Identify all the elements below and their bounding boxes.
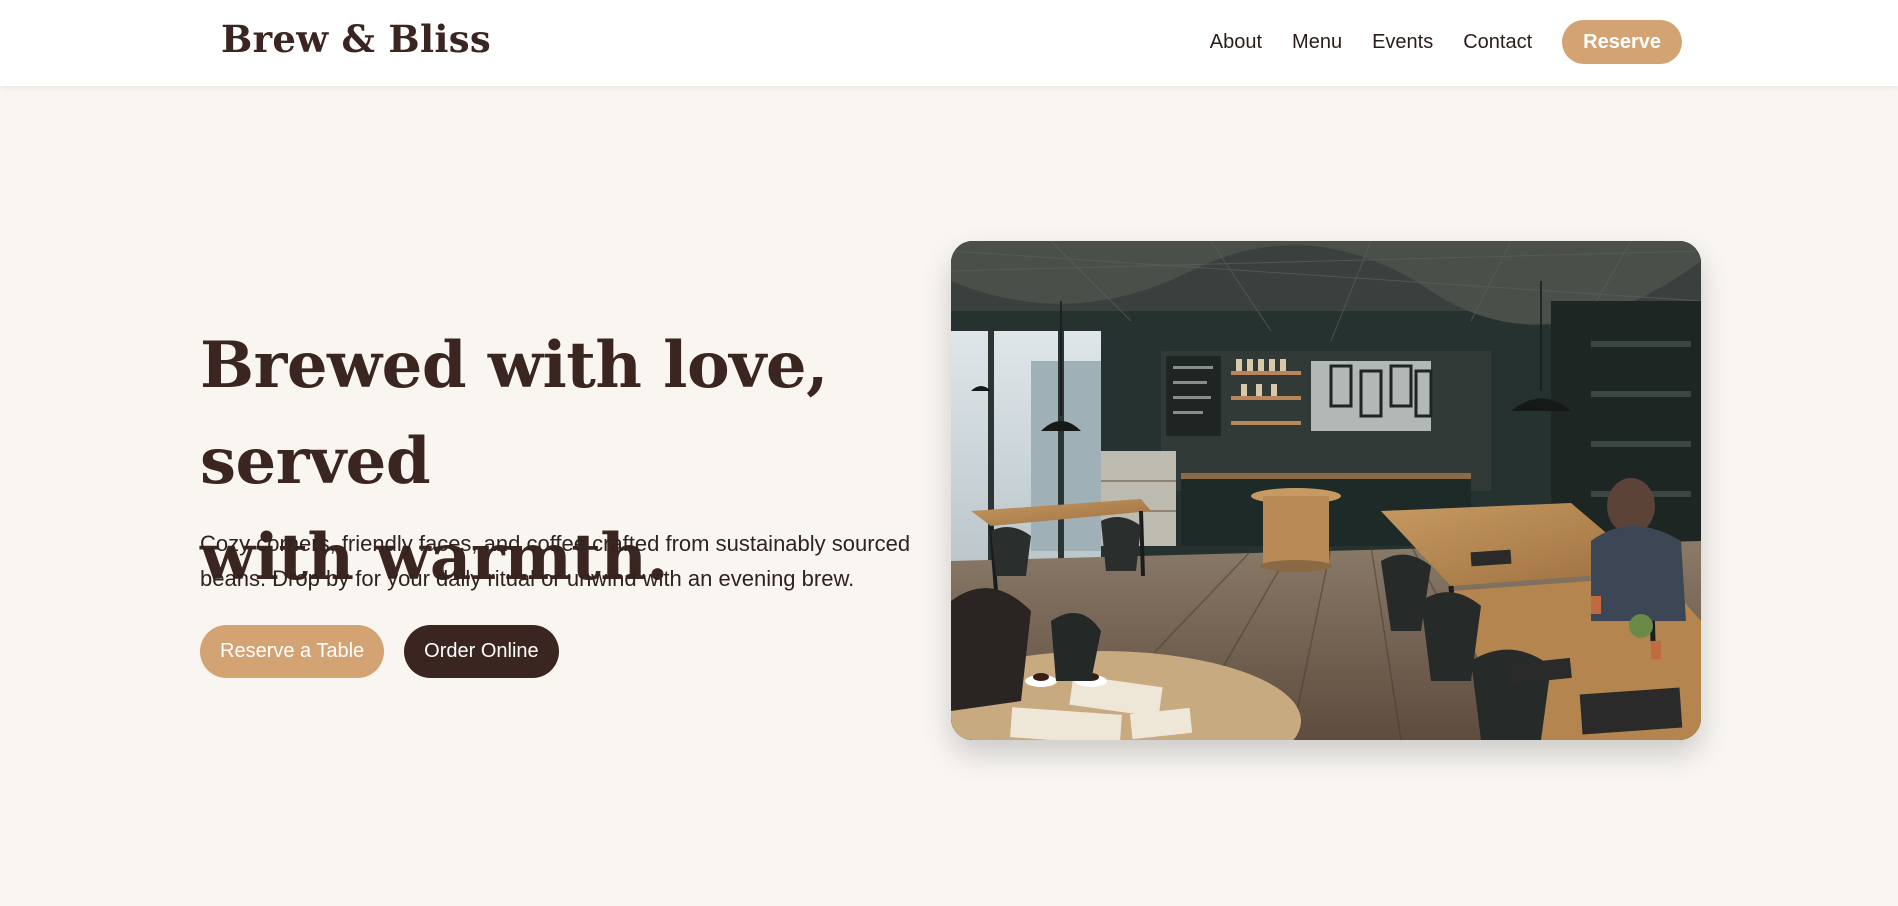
hero-cafe-image: [951, 241, 1701, 740]
brand-logo[interactable]: Brew & Bliss: [221, 17, 491, 61]
nav-link-contact[interactable]: Contact: [1463, 20, 1532, 64]
cafe-interior-illustration: [951, 241, 1701, 740]
order-online-button[interactable]: Order Online: [404, 625, 559, 678]
nav-link-about[interactable]: About: [1210, 20, 1262, 64]
nav-link-menu[interactable]: Menu: [1292, 20, 1342, 64]
hero-title-line-1: Brewed with love, served: [200, 328, 828, 499]
site-header: Brew & Bliss About Menu Events Contact R…: [0, 0, 1898, 86]
reserve-table-button[interactable]: Reserve a Table: [200, 625, 385, 678]
main-nav: About Menu Events Contact Reserve: [1210, 20, 1682, 64]
hero-description: Cozy corners, friendly faces, and coffee…: [200, 531, 911, 591]
reserve-button[interactable]: Reserve: [1562, 20, 1682, 64]
hero-actions: Reserve a Table Order Online: [200, 625, 559, 678]
nav-link-events[interactable]: Events: [1372, 20, 1433, 64]
